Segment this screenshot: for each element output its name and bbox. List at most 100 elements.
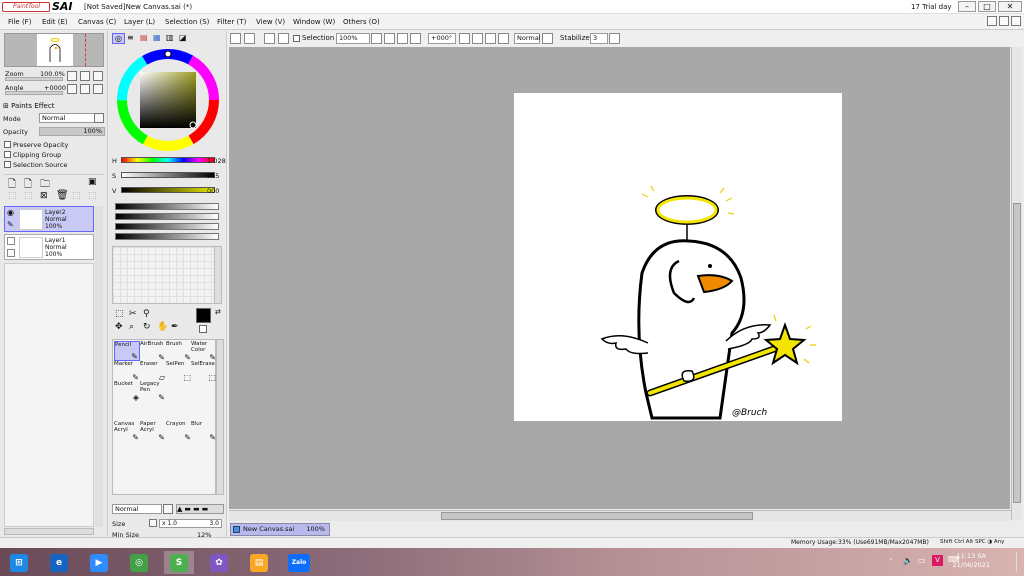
invert-selection-button[interactable] — [278, 33, 289, 44]
zoom-out-button[interactable] — [384, 33, 395, 44]
redo-button[interactable] — [244, 33, 255, 44]
vscroll-thumb[interactable] — [1013, 203, 1021, 503]
tool-selpen[interactable]: SelPen ⬚ — [166, 361, 192, 382]
tool-bucket[interactable]: Bucket ◈ — [114, 381, 140, 402]
visibility-box[interactable] — [7, 237, 15, 245]
gray-ramp-4[interactable] — [115, 233, 219, 240]
brush-blend-dropdown[interactable] — [163, 504, 173, 514]
selection-source-checkbox[interactable] — [4, 161, 11, 168]
hand-icon[interactable]: ✋ — [157, 322, 168, 332]
menu-window[interactable]: Window (W) — [293, 14, 335, 30]
gray-ramp-2[interactable] — [115, 213, 219, 220]
drawing-canvas[interactable]: @Bruch — [514, 93, 842, 421]
size-multiplier-button[interactable] — [149, 519, 157, 527]
zoom-slider[interactable] — [5, 77, 63, 81]
swatch-tab[interactable]: ▥ — [166, 33, 174, 42]
layer-hscrollbar[interactable] — [4, 528, 94, 535]
taskbar-start-button[interactable]: ⊞ — [4, 551, 34, 574]
menu-filter[interactable]: Filter (T) — [217, 14, 246, 30]
menu-canvas[interactable]: Canvas (C) — [78, 14, 116, 30]
nav-zoom-out-button[interactable] — [67, 71, 77, 81]
maximize-button[interactable]: □ — [978, 1, 996, 12]
visibility-eye-icon[interactable]: ◉ — [7, 208, 14, 217]
canvas-viewport[interactable]: @Bruch — [229, 47, 1010, 509]
nav-rotate-cw-button[interactable] — [80, 84, 90, 94]
tool-legacy-pen[interactable]: Legacy Pen ✎ — [140, 381, 166, 402]
hscroll-thumb[interactable] — [441, 512, 753, 520]
value-slider[interactable] — [121, 187, 215, 193]
apply-mask-icon[interactable]: ⬚ — [88, 191, 97, 201]
stabilizer-field[interactable]: 3 — [590, 33, 608, 44]
secondary-color-swatch[interactable] — [199, 325, 207, 333]
blend-mode-dropdown[interactable] — [542, 33, 553, 44]
zoom-reset-button[interactable] — [410, 33, 421, 44]
taskbar-file-explorer-button[interactable]: ▤ — [244, 551, 274, 574]
deselect-button[interactable] — [264, 33, 275, 44]
color-mixer-tab[interactable]: ▦ — [153, 33, 161, 42]
nav-rotate-reset-button[interactable] — [93, 84, 103, 94]
menu-view[interactable]: View (V) — [256, 14, 285, 30]
menu-selection[interactable]: Selection (S) — [165, 14, 209, 30]
zoom-in-button[interactable] — [397, 33, 408, 44]
tool-pencil[interactable]: Pencil ✎ — [114, 341, 140, 361]
zoom-dropdown[interactable] — [371, 33, 382, 44]
color-swatch-grid[interactable] — [112, 246, 222, 304]
system-clock[interactable]: 11:13 SA 21/06/2021 — [953, 552, 990, 570]
brush-shape-buttons[interactable]: ▲▬▬▬ — [176, 504, 224, 514]
swatch-scrollbar[interactable] — [214, 246, 222, 304]
canvas-hscrollbar[interactable] — [229, 510, 1011, 521]
delete-layer-icon[interactable]: 🗑 — [56, 190, 69, 201]
gray-ramp-3[interactable] — [115, 223, 219, 230]
volume-icon[interactable]: 🔈 — [903, 556, 913, 565]
menu-edit[interactable]: Edit (E) — [42, 14, 68, 30]
tool-water-color[interactable]: Water Color ✎ — [191, 341, 217, 362]
tool-canvas-acryl[interactable]: Canvas Acryl ✎ — [114, 421, 140, 442]
menu-others[interactable]: Others (O) — [343, 14, 380, 30]
menu-layer[interactable]: Layer (L) — [124, 14, 155, 30]
eyedropper-icon[interactable]: ✒ — [171, 322, 179, 332]
nav-rotate-ccw-button[interactable] — [67, 84, 77, 94]
tool-blur[interactable]: Blur ✎ — [191, 421, 217, 442]
clipping-group-checkbox[interactable] — [4, 151, 11, 158]
rect-select-icon[interactable]: ⬚ — [115, 309, 124, 319]
tool-paper-acryl[interactable]: Paper Acryl ✎ — [140, 421, 166, 442]
tool-selerase[interactable]: SelErase ⬚ — [191, 361, 217, 382]
taskbar-zoom-button[interactable]: ▶ — [84, 551, 114, 574]
rotate-ccw-button[interactable] — [459, 33, 470, 44]
show-desktop-button[interactable] — [1016, 552, 1022, 572]
layer-row-layer2[interactable]: ◉ ✎ Layer2 Normal 100% — [4, 206, 94, 232]
size-field[interactable]: x 1.0 3.0 — [159, 519, 222, 528]
transfer-down-icon[interactable]: ⬚ — [8, 191, 17, 201]
tool-airbrush[interactable]: AirBrush ✎ — [140, 341, 166, 362]
mode-select[interactable]: Normal — [39, 113, 95, 123]
scratchpad-tab[interactable]: ◪ — [179, 33, 187, 42]
hue-slider[interactable] — [121, 157, 215, 163]
tool-eraser[interactable]: Eraser ▱ — [140, 361, 166, 382]
tray-chevron-icon[interactable]: ⌃ — [888, 557, 894, 565]
mode-dropdown-button[interactable] — [94, 113, 104, 123]
swap-colors-icon[interactable]: ⇄ — [215, 308, 221, 316]
brush-lock-icon[interactable]: ✎ — [7, 220, 14, 229]
tool-grid-scrollbar[interactable] — [216, 339, 224, 495]
layer-mask-icon[interactable]: ⬚ — [72, 191, 81, 201]
paints-effect-toggle[interactable]: ⊞ Paints Effect — [3, 102, 54, 110]
rgb-slider-tab[interactable]: ≡ — [127, 33, 134, 42]
zoom-tool-icon[interactable]: ⌕ — [129, 322, 134, 332]
color-wheel-tab[interactable]: ◎ — [112, 33, 125, 44]
mdi-minimize-button[interactable] — [987, 16, 997, 26]
taskbar-paint-tool-sai-button[interactable]: S — [164, 551, 194, 574]
color-wheel[interactable] — [115, 47, 221, 153]
angle-slider[interactable] — [5, 91, 63, 95]
mdi-restore-button[interactable] — [999, 16, 1009, 26]
lasso-icon[interactable]: ✂ — [129, 309, 137, 319]
menu-file[interactable]: File (F) — [8, 14, 31, 30]
taskbar-coccoc-button[interactable]: ◎ — [124, 551, 154, 574]
angle-field[interactable]: +000° — [428, 33, 456, 44]
lock-box[interactable] — [7, 249, 15, 257]
clear-layer-icon[interactable]: ⊠ — [40, 191, 48, 201]
tool-marker[interactable]: Marker ✎ — [114, 361, 140, 382]
brush-blend-select[interactable]: Normal — [112, 504, 162, 514]
document-tab[interactable]: New Canvas.sai 100% — [230, 523, 330, 536]
mdi-close-button[interactable] — [1011, 16, 1021, 26]
blend-mode-field[interactable]: Normal — [514, 33, 541, 44]
